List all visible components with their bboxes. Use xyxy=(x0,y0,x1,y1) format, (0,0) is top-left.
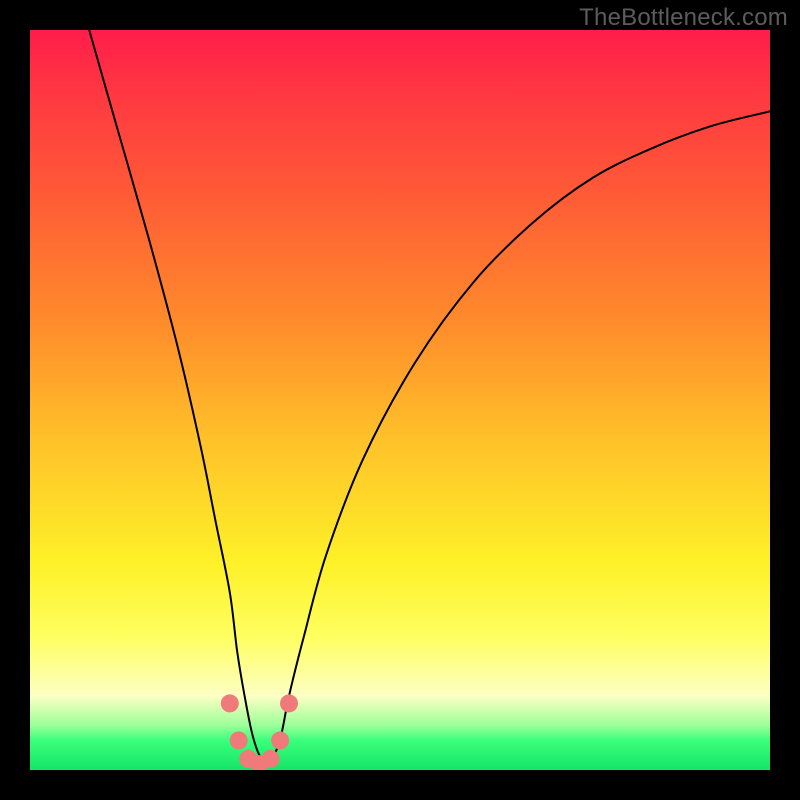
curve-marker xyxy=(221,694,239,712)
bottleneck-curve xyxy=(89,30,770,763)
curve-marker xyxy=(271,731,289,749)
chart-overlay xyxy=(30,30,770,770)
marker-group xyxy=(221,694,298,770)
plot-area xyxy=(30,30,770,770)
curve-marker xyxy=(280,694,298,712)
curve-marker xyxy=(262,750,280,768)
curve-marker xyxy=(230,731,248,749)
chart-frame: TheBottleneck.com xyxy=(0,0,800,800)
watermark-label: TheBottleneck.com xyxy=(579,4,788,32)
